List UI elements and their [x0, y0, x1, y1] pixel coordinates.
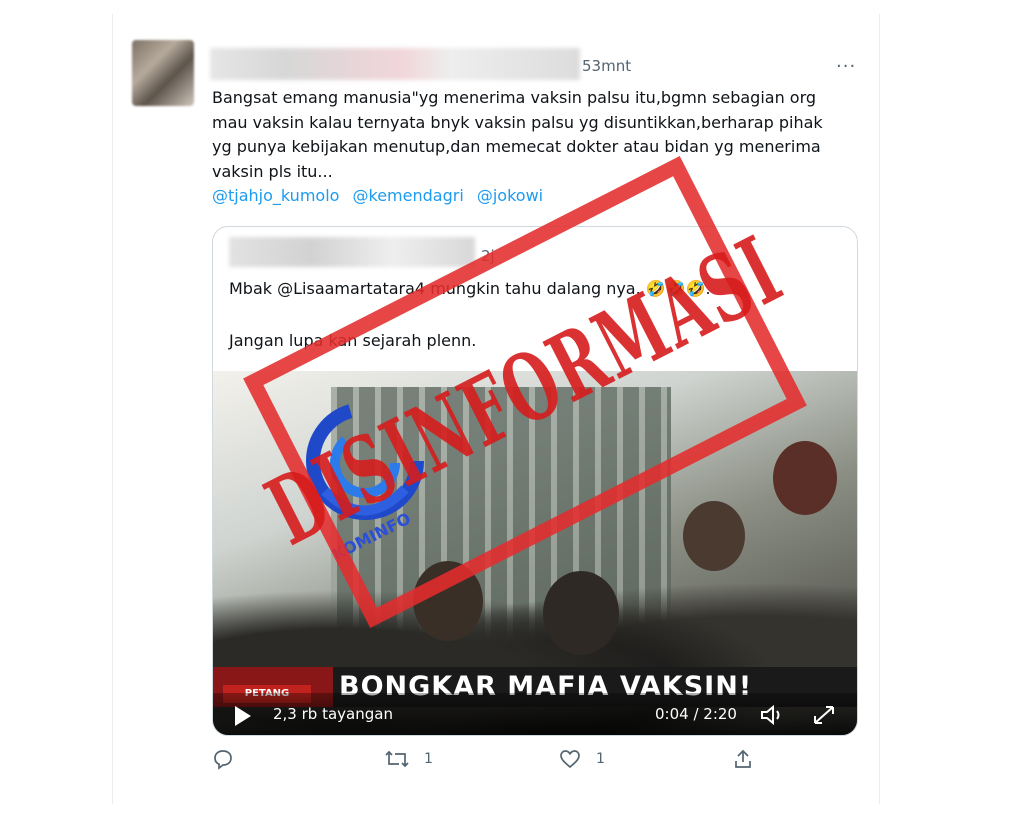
play-icon[interactable]	[235, 706, 251, 726]
reply-button[interactable]	[212, 748, 248, 770]
tweet-time[interactable]: 53mnt	[582, 57, 631, 75]
share-icon	[735, 749, 751, 768]
tweet-text: Bangsat emang manusia"yg menerima vaksin…	[212, 88, 823, 181]
like-count: 1	[596, 751, 605, 767]
retweet-button[interactable]: 1	[384, 748, 433, 770]
view-count: 2,3 rb tayangan	[273, 705, 393, 723]
video-controls: 2,3 rb tayangan 0:04 / 2:20	[213, 693, 857, 735]
more-dots-icon[interactable]: ···	[836, 56, 856, 77]
mention-link[interactable]: @tjahjo_kumolo	[212, 186, 339, 205]
share-button[interactable]	[732, 748, 768, 770]
mention-link[interactable]: @kemendagri	[353, 186, 464, 205]
reply-icon	[214, 750, 232, 770]
avatar[interactable]	[132, 40, 194, 106]
like-button[interactable]: 1	[558, 748, 605, 770]
user-name-blurred[interactable]	[210, 48, 580, 80]
heart-icon	[560, 750, 580, 769]
fullscreen-icon[interactable]	[811, 703, 837, 727]
video-duration: 0:04 / 2:20	[655, 705, 737, 723]
volume-icon[interactable]	[758, 703, 788, 727]
tweet-actions: 1 1	[212, 748, 772, 776]
retweet-icon	[385, 750, 409, 768]
retweet-count: 1	[424, 751, 433, 767]
